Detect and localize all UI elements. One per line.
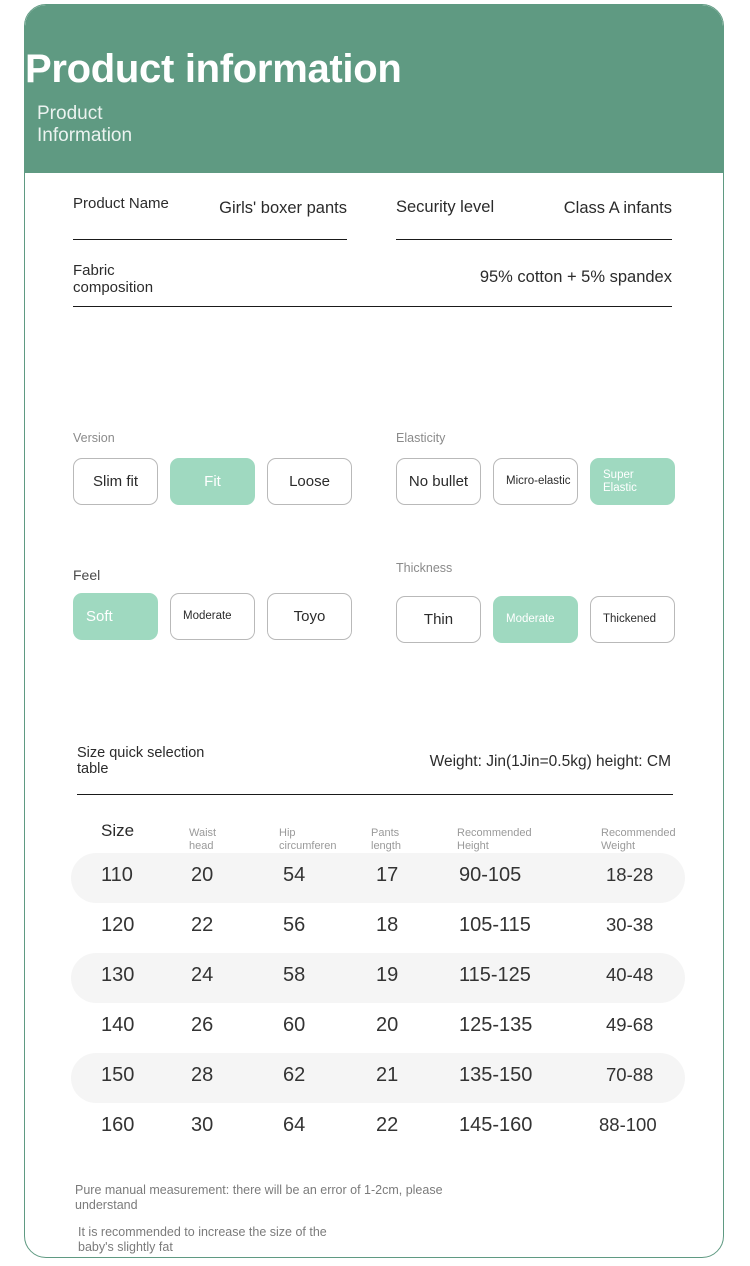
- cell-pants-length: 17: [376, 864, 399, 886]
- product-information-card: Product information Product Information …: [24, 4, 724, 1258]
- cell-recommended-height: 105-115: [459, 914, 531, 936]
- cell-hip-circumference: 56: [283, 914, 306, 936]
- table-row[interactable]: 150 28 62 21 135-150 70-88: [71, 1053, 685, 1103]
- option-list-version: Slim fit Fit Loose: [73, 458, 352, 505]
- cell-hip-circumference: 58: [283, 964, 306, 986]
- size-table-column-headers: Size Waist head Hip circumferen Pants le…: [71, 817, 685, 853]
- cell-pants-length: 22: [376, 1114, 399, 1136]
- cell-hip-circumference: 54: [283, 864, 306, 886]
- cell-recommended-height: 135-150: [459, 1064, 533, 1086]
- cell-recommended-weight: 18-28: [606, 864, 654, 885]
- info-row-2: Fabric composition 95% cotton + 5% spand…: [25, 240, 723, 307]
- cell-waist-head: 22: [191, 914, 214, 936]
- option-list-feel: Soft Moderate Toyo: [73, 593, 352, 640]
- security-level-cell: Security level Class A infants: [396, 173, 672, 240]
- card-header: Product information Product Information: [25, 5, 723, 173]
- security-level-value: Class A infants: [563, 199, 672, 217]
- cell-waist-head: 20: [191, 864, 214, 886]
- cell-recommended-weight: 40-48: [606, 964, 654, 985]
- fabric-composition-cell: Fabric composition 95% cotton + 5% spand…: [73, 240, 672, 307]
- fabric-composition-label: Fabric composition: [73, 262, 154, 296]
- cell-recommended-height: 90-105: [459, 864, 522, 886]
- cell-recommended-height: 145-160: [459, 1114, 533, 1136]
- cell-recommended-height: 125-135: [459, 1014, 533, 1036]
- option-group-feel-title: Feel: [73, 567, 101, 583]
- option-group-version-title: Version: [73, 431, 115, 445]
- column-header-pants-length: Pants length: [371, 827, 401, 852]
- size-table: Size Waist head Hip circumferen Pants le…: [71, 817, 685, 1153]
- product-name-value: Girls' boxer pants: [219, 199, 347, 217]
- cell-hip-circumference: 60: [283, 1014, 306, 1036]
- option-feel-soft[interactable]: Soft: [73, 593, 158, 640]
- cell-size: 110: [101, 864, 133, 886]
- size-table-title: Size quick selection table: [77, 745, 205, 777]
- cell-pants-length: 21: [376, 1064, 399, 1086]
- option-elasticity-micro-elastic[interactable]: Micro-elastic: [493, 458, 578, 505]
- option-group-elasticity: Elasticity No bullet Micro-elastic Super…: [396, 431, 675, 505]
- cell-hip-circumference: 62: [283, 1064, 306, 1086]
- table-row[interactable]: 140 26 60 20 125-135 49-68: [71, 1003, 685, 1053]
- option-group-thickness: Thickness Thin Moderate Thickened: [396, 561, 675, 643]
- cell-size: 130: [101, 964, 135, 986]
- table-row[interactable]: 110 20 54 17 90-105 18-28: [71, 853, 685, 903]
- option-group-version: Version Slim fit Fit Loose: [73, 431, 352, 505]
- fabric-composition-value: 95% cotton + 5% spandex: [479, 268, 672, 286]
- table-row[interactable]: 120 22 56 18 105-115 30-38: [71, 903, 685, 953]
- sizing-recommendation-note: It is recommended to increase the size o…: [78, 1225, 327, 1254]
- product-name-cell: Product Name Girls' boxer pants: [73, 173, 347, 240]
- column-header-recommended-height: Recommended Height: [457, 827, 532, 852]
- size-table-header: Size quick selection table Weight: Jin(1…: [25, 739, 723, 797]
- cell-size: 140: [101, 1014, 135, 1036]
- cell-recommended-height: 115-125: [459, 964, 531, 986]
- cell-pants-length: 18: [376, 914, 399, 936]
- option-group-elasticity-title: Elasticity: [396, 431, 446, 445]
- cell-recommended-weight: 88-100: [599, 1114, 657, 1135]
- product-name-label: Product Name: [73, 195, 169, 212]
- page-subtitle: Product Information: [37, 103, 133, 146]
- option-elasticity-no-bullet[interactable]: No bullet: [396, 458, 481, 505]
- cell-pants-length: 20: [376, 1014, 399, 1036]
- page-title: Product information: [25, 47, 402, 91]
- cell-pants-length: 19: [376, 964, 399, 986]
- security-level-label: Security level: [396, 198, 495, 216]
- option-group-feel: Feel Soft Moderate Toyo: [73, 568, 352, 640]
- option-list-thickness: Thin Moderate Thickened: [396, 596, 675, 643]
- option-thickness-thin[interactable]: Thin: [396, 596, 481, 643]
- size-table-divider: [77, 794, 673, 795]
- option-version-fit[interactable]: Fit: [170, 458, 255, 505]
- option-feel-moderate[interactable]: Moderate: [170, 593, 255, 640]
- cell-waist-head: 28: [191, 1064, 214, 1086]
- option-list-elasticity: No bullet Micro-elastic Super Elastic: [396, 458, 675, 505]
- option-elasticity-super-elastic[interactable]: Super Elastic: [590, 458, 675, 505]
- product-info-section: Product Name Girls' boxer pants Security…: [25, 173, 723, 307]
- cell-waist-head: 30: [191, 1114, 214, 1136]
- option-feel-toyo[interactable]: Toyo: [267, 593, 352, 640]
- option-thickness-moderate[interactable]: Moderate: [493, 596, 578, 643]
- option-thickness-thickened[interactable]: Thickened: [590, 596, 675, 643]
- column-header-hip-circumference: Hip circumferen: [279, 827, 337, 852]
- cell-size: 150: [101, 1064, 135, 1086]
- table-row[interactable]: 130 24 58 19 115-125 40-48: [71, 953, 685, 1003]
- cell-recommended-weight: 30-38: [606, 914, 654, 935]
- footer-notes: Pure manual measurement: there will be a…: [75, 1183, 495, 1254]
- cell-hip-circumference: 64: [283, 1114, 306, 1136]
- cell-waist-head: 26: [191, 1014, 214, 1036]
- cell-waist-head: 24: [191, 964, 214, 986]
- column-header-recommended-weight: Recommended Weight: [601, 827, 676, 852]
- cell-size: 120: [101, 914, 135, 936]
- cell-size: 160: [101, 1114, 135, 1136]
- column-header-waist-head: Waist head: [189, 827, 217, 852]
- option-group-thickness-title: Thickness: [396, 561, 453, 575]
- column-header-size: Size: [101, 821, 135, 840]
- cell-recommended-weight: 49-68: [606, 1014, 654, 1035]
- measurement-note: Pure manual measurement: there will be a…: [75, 1183, 443, 1212]
- table-row[interactable]: 160 30 64 22 145-160 88-100: [71, 1103, 685, 1153]
- size-table-units-note: Weight: Jin(1Jin=0.5kg) height: CM: [429, 753, 671, 770]
- option-version-loose[interactable]: Loose: [267, 458, 352, 505]
- option-version-slim-fit[interactable]: Slim fit: [73, 458, 158, 505]
- cell-recommended-weight: 70-88: [606, 1064, 654, 1085]
- info-row-1: Product Name Girls' boxer pants Security…: [25, 173, 723, 240]
